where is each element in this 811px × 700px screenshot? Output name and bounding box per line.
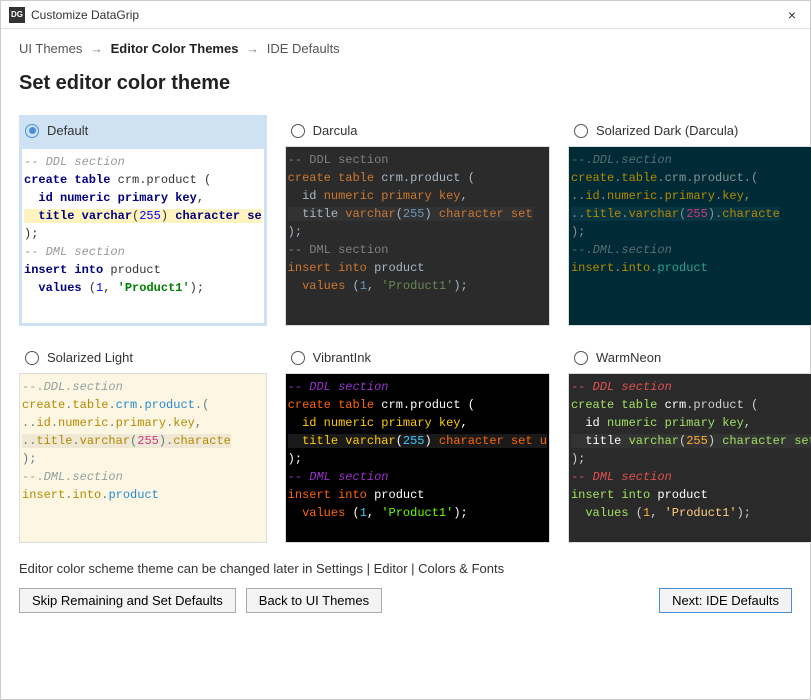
theme-label: Solarized Dark (Darcula) — [596, 123, 738, 138]
radio-icon[interactable] — [25, 351, 39, 365]
theme-option-solarized-light[interactable]: Solarized Light --.DDL.section create.ta… — [19, 342, 267, 543]
note-text: Editor color scheme theme can be changed… — [19, 561, 792, 576]
chevron-right-icon: → — [90, 41, 103, 56]
app-icon: DG — [9, 7, 25, 23]
theme-label: Solarized Light — [47, 350, 133, 365]
theme-option-warmneon[interactable]: WarmNeon -- DDL section create table crm… — [568, 342, 811, 543]
chevron-right-icon: → — [246, 41, 259, 56]
back-button[interactable]: Back to UI Themes — [246, 588, 382, 613]
breadcrumb: UI Themes → Editor Color Themes → IDE De… — [19, 41, 792, 56]
radio-icon[interactable] — [291, 124, 305, 138]
theme-preview: --.DDL.section create.table.crm.product.… — [568, 146, 811, 326]
breadcrumb-current: Editor Color Themes — [111, 41, 239, 56]
radio-icon[interactable] — [574, 124, 588, 138]
theme-option-vibrantink[interactable]: VibrantInk -- DDL section create table c… — [285, 342, 550, 543]
theme-preview: -- DDL section create table crm.product … — [19, 146, 267, 326]
theme-preview: --.DDL.section create.table.crm.product.… — [19, 373, 267, 543]
titlebar: DG Customize DataGrip × — [1, 1, 810, 29]
theme-preview: -- DDL section create table crm.product … — [285, 146, 550, 326]
radio-icon[interactable] — [574, 351, 588, 365]
radio-icon[interactable] — [291, 351, 305, 365]
theme-option-solarized-dark[interactable]: Solarized Dark (Darcula) --.DDL.section … — [568, 115, 811, 326]
window-title: Customize DataGrip — [31, 8, 782, 22]
theme-label: VibrantInk — [313, 350, 371, 365]
breadcrumb-prev[interactable]: UI Themes — [19, 41, 82, 56]
theme-option-default[interactable]: Default -- DDL section create table crm.… — [19, 115, 267, 326]
close-icon[interactable]: × — [782, 7, 802, 23]
theme-label: WarmNeon — [596, 350, 661, 365]
page-title: Set editor color theme — [19, 72, 792, 95]
theme-label: Default — [47, 123, 88, 138]
theme-option-darcula[interactable]: Darcula -- DDL section create table crm.… — [285, 115, 550, 326]
next-button[interactable]: Next: IDE Defaults — [659, 588, 792, 613]
theme-label: Darcula — [313, 123, 358, 138]
skip-button[interactable]: Skip Remaining and Set Defaults — [19, 588, 236, 613]
breadcrumb-next[interactable]: IDE Defaults — [267, 41, 340, 56]
button-bar: Skip Remaining and Set Defaults Back to … — [19, 588, 792, 613]
radio-icon[interactable] — [25, 124, 39, 138]
theme-preview: -- DDL section create table crm.product … — [568, 373, 811, 543]
theme-preview: -- DDL section create table crm.product … — [285, 373, 550, 543]
